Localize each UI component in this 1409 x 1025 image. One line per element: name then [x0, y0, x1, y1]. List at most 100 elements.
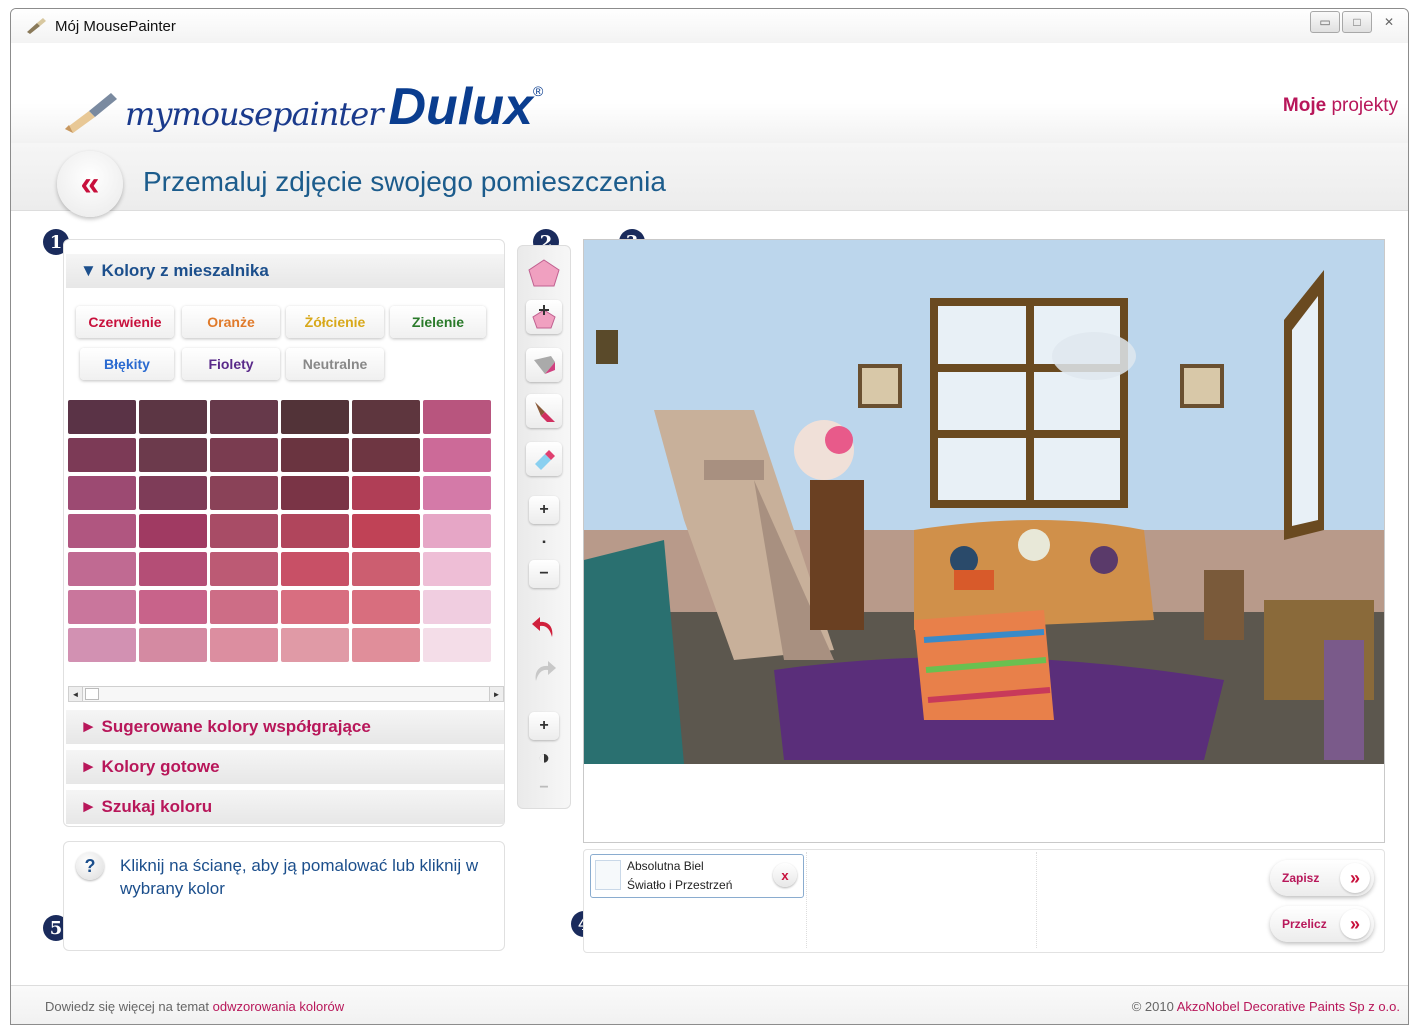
color-swatch-cell[interactable] [68, 552, 136, 586]
selected-color-chip[interactable]: Absolutna Biel Światło i Przestrzeń x [590, 854, 804, 898]
color-swatch-cell[interactable] [423, 438, 491, 472]
color-swatch-cell[interactable] [68, 476, 136, 510]
color-swatch-cell[interactable] [352, 438, 420, 472]
zoom-out-button[interactable]: − [529, 560, 559, 588]
color-swatch-cell[interactable] [139, 400, 207, 434]
scroll-right-icon[interactable]: ► [489, 687, 503, 701]
brush-icon[interactable] [526, 394, 562, 428]
color-swatch-cell[interactable] [68, 628, 136, 662]
color-swatch-cell[interactable] [139, 552, 207, 586]
room-photo-frame [583, 239, 1385, 843]
color-swatch-cell[interactable] [281, 514, 349, 548]
color-swatch-cell[interactable] [423, 628, 491, 662]
swatch-scrollbar[interactable]: ◄ ► [68, 686, 504, 702]
back-button[interactable]: « [57, 151, 123, 217]
color-swatch-cell[interactable] [68, 438, 136, 472]
family-chip-zolcienie[interactable]: Żółcienie [286, 306, 384, 338]
color-swatch-cell[interactable] [423, 514, 491, 548]
footer-left-text: Dowiedz się więcej na temat [45, 999, 213, 1014]
color-swatch-grid [68, 400, 504, 670]
room-photo[interactable] [584, 240, 1384, 764]
family-chip-zielenie[interactable]: Zielenie [390, 306, 486, 338]
contrast-plus-button[interactable]: + [529, 712, 559, 740]
color-swatch-cell[interactable] [281, 590, 349, 624]
color-swatch-cell[interactable] [139, 438, 207, 472]
color-swatch-cell[interactable] [210, 552, 278, 586]
color-swatch-cell[interactable] [139, 476, 207, 510]
maximize-icon[interactable]: □ [1342, 11, 1372, 33]
eraser-icon[interactable] [526, 442, 562, 476]
color-swatch-cell[interactable] [139, 514, 207, 548]
my-projects-link[interactable]: Moje projekty [1283, 95, 1398, 117]
color-swatch-cell[interactable] [210, 476, 278, 510]
color-swatch-cell[interactable] [423, 552, 491, 586]
save-button[interactable]: Zapisz » [1270, 860, 1374, 896]
color-swatch-cell[interactable] [352, 628, 420, 662]
color-swatch-cell[interactable] [423, 590, 491, 624]
app-brush-icon [25, 17, 47, 35]
calculate-button[interactable]: Przelicz » [1270, 906, 1374, 942]
color-swatch-cell[interactable] [210, 400, 278, 434]
color-swatch-cell[interactable] [281, 400, 349, 434]
close-icon[interactable]: ✕ [1374, 11, 1404, 33]
color-swatch-cell[interactable] [352, 590, 420, 624]
family-label: Oranże [207, 314, 255, 330]
minimize-icon[interactable]: ▭ [1310, 11, 1340, 33]
color-swatch-cell[interactable] [352, 400, 420, 434]
logo: mymousepainter Dulux ® [61, 81, 543, 133]
section-ready-colors[interactable]: ► Kolory gotowe [66, 750, 504, 784]
color-rendering-link[interactable]: odwzorowania kolorów [213, 999, 345, 1014]
section-suggested-colors[interactable]: ► Sugerowane kolory współgrające [66, 710, 504, 744]
slot-divider [806, 852, 807, 948]
polygon-add-icon[interactable] [526, 300, 562, 334]
color-swatch-cell[interactable] [423, 400, 491, 434]
section-mixer-colors[interactable]: ▼ Kolory z mieszalnika [66, 254, 504, 288]
paint-bucket-icon[interactable] [526, 348, 562, 382]
family-chip-neutralne[interactable]: Neutralne [286, 348, 384, 380]
zoom-in-button[interactable]: + [529, 496, 559, 524]
undo-icon[interactable] [526, 610, 562, 644]
family-chip-oranze[interactable]: Oranże [182, 306, 280, 338]
color-swatch-cell[interactable] [139, 590, 207, 624]
brand-header: mymousepainter Dulux ® Moje projekty [11, 43, 1408, 143]
calculate-label: Przelicz [1282, 917, 1327, 931]
color-swatch-cell[interactable] [281, 476, 349, 510]
company-link[interactable]: AkzoNobel Decorative Paints Sp z o.o. [1177, 999, 1400, 1014]
section-search-color[interactable]: ► Szukaj koloru [66, 790, 504, 824]
page-heading: « Przemaluj zdjęcie swojego pomieszczeni… [11, 143, 1408, 217]
color-swatch-cell[interactable] [139, 628, 207, 662]
remove-color-button[interactable]: x [773, 863, 797, 887]
color-swatch-cell[interactable] [210, 514, 278, 548]
color-swatch-cell[interactable] [281, 628, 349, 662]
color-swatch-cell[interactable] [352, 476, 420, 510]
color-swatch-cell[interactable] [281, 438, 349, 472]
family-chip-blekity[interactable]: Błękity [80, 348, 174, 380]
color-swatch-cell[interactable] [423, 476, 491, 510]
family-chip-czerwienie[interactable]: Czerwienie [76, 306, 174, 338]
color-swatch-cell[interactable] [68, 400, 136, 434]
family-chip-fiolety[interactable]: Fiolety [182, 348, 280, 380]
color-picker-panel: ▼ Kolory z mieszalnika Czerwienie Oranże… [63, 239, 505, 827]
color-swatch-cell[interactable] [281, 552, 349, 586]
color-swatch-cell[interactable] [210, 628, 278, 662]
paintbrush-logo-icon [61, 89, 121, 133]
help-icon: ? [76, 852, 104, 880]
color-swatch-cell[interactable] [210, 590, 278, 624]
color-swatch-cell[interactable] [210, 438, 278, 472]
logo-script: mymousepainter [125, 95, 383, 133]
color-swatch-cell[interactable] [68, 590, 136, 624]
color-swatch-cell[interactable] [68, 514, 136, 548]
selected-colors-bar: Absolutna Biel Światło i Przestrzeń x Za… [583, 849, 1385, 953]
polygon-select-icon[interactable] [526, 256, 562, 290]
title-bar: Mój MousePainter ▭ □ ✕ [11, 9, 1408, 43]
color-swatch-cell[interactable] [352, 514, 420, 548]
contrast-minus-button[interactable]: − [529, 776, 559, 800]
scroll-thumb[interactable] [85, 688, 99, 700]
scroll-left-icon[interactable]: ◄ [69, 687, 83, 701]
tool-palette: + ▪ − + ◑ − [517, 245, 571, 809]
redo-icon[interactable] [526, 654, 562, 688]
color-swatch-cell[interactable] [352, 552, 420, 586]
chevron-right-icon: » [1340, 863, 1370, 893]
footer-left: Dowiedz się więcej na temat odwzorowania… [45, 999, 344, 1014]
logo-dulux: Dulux [388, 78, 533, 136]
